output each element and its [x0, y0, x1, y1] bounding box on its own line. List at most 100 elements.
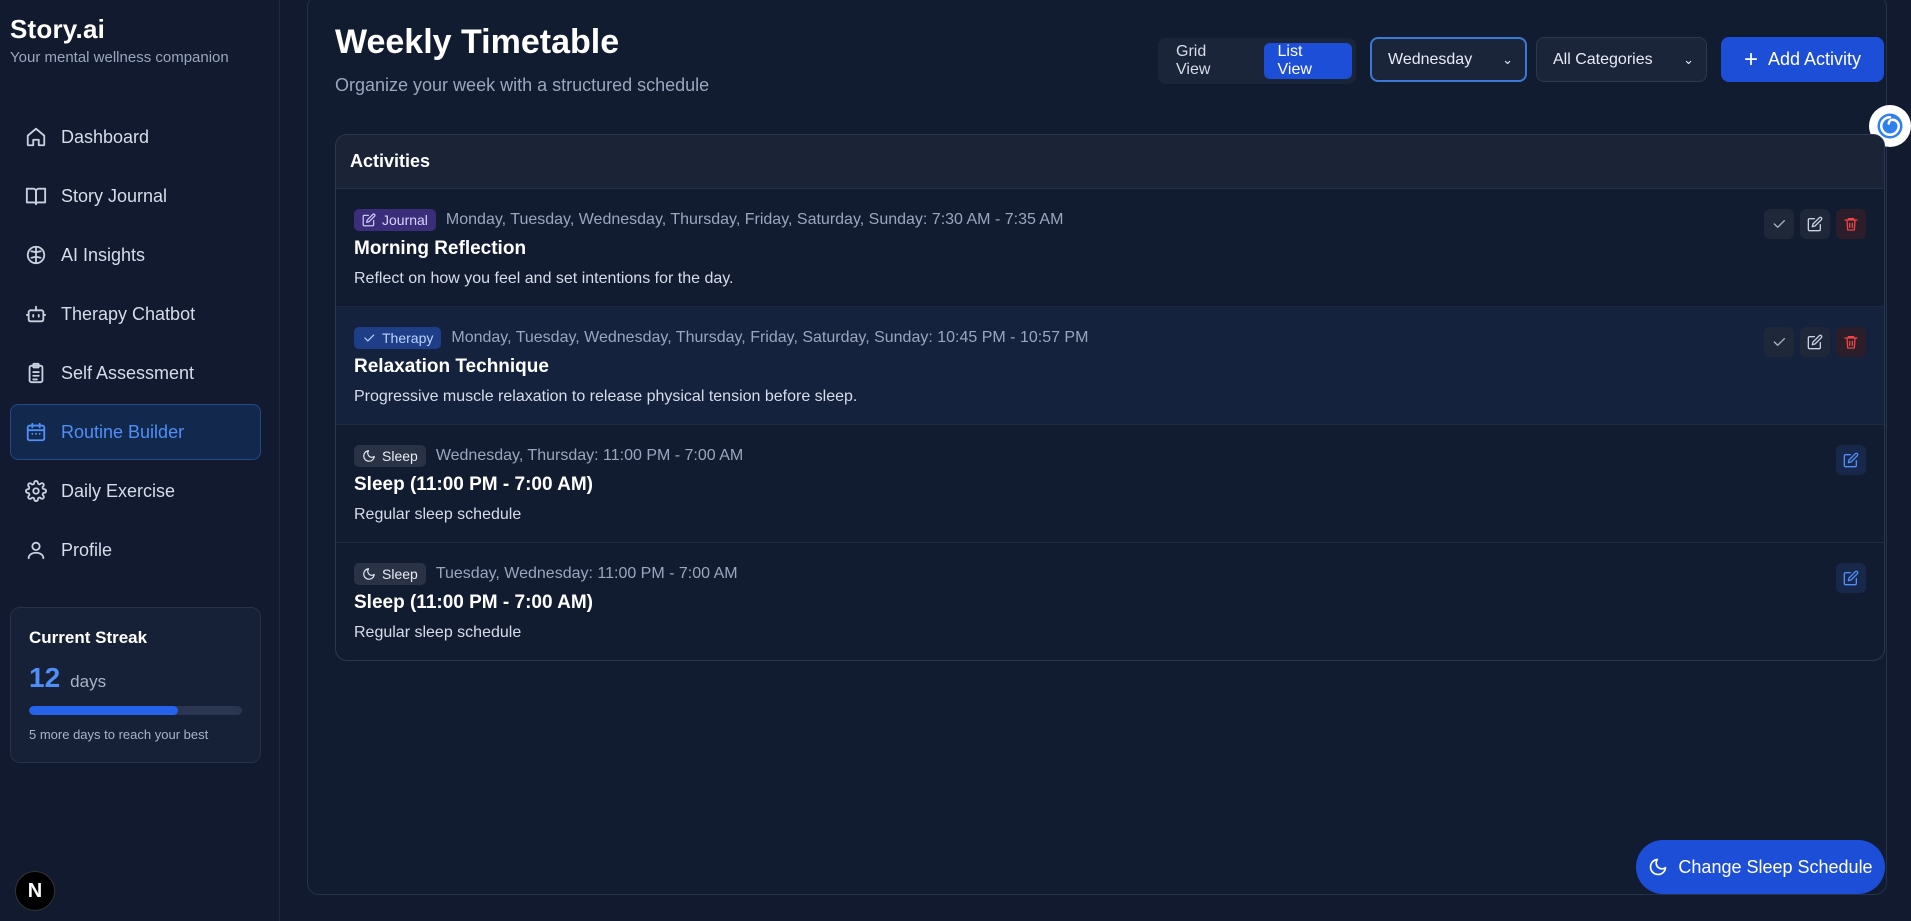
category-tag: Therapy — [354, 327, 442, 349]
activities-heading: Activities — [336, 135, 1884, 189]
change-sleep-schedule-button[interactable]: Change Sleep Schedule — [1636, 840, 1885, 894]
chevron-down-icon: ⌄ — [1683, 51, 1694, 67]
edit-icon — [1843, 570, 1859, 586]
activity-schedule: Tuesday, Wednesday: 11:00 PM - 7:00 AM — [435, 565, 738, 582]
edit-button[interactable] — [1800, 209, 1830, 239]
bot-icon — [25, 303, 47, 325]
sidebar-item-profile[interactable]: Profile — [10, 522, 261, 578]
activity-row[interactable]: Sleep Tuesday, Wednesday: 11:00 PM - 7:0… — [336, 543, 1884, 660]
edit-icon — [1843, 452, 1859, 468]
gear-icon — [25, 480, 47, 502]
activity-meta: Sleep Tuesday, Wednesday: 11:00 PM - 7:0… — [354, 563, 1866, 585]
category-tag: Sleep — [354, 563, 426, 585]
category-select-value: All Categories — [1553, 50, 1653, 68]
activity-actions — [1764, 327, 1866, 357]
add-activity-button[interactable]: + Add Activity — [1721, 37, 1884, 82]
streak-count-row: 12 days — [29, 662, 242, 694]
check-icon — [1773, 220, 1785, 228]
moon-icon — [1650, 858, 1667, 876]
next-logo-badge[interactable]: N — [15, 871, 55, 911]
sidebar-item-ai-insights[interactable]: AI Insights — [10, 227, 261, 283]
activity-description: Progressive muscle relaxation to release… — [354, 388, 858, 405]
activity-schedule: Monday, Tuesday, Wednesday, Thursday, Fr… — [445, 211, 1064, 228]
edit-button[interactable] — [1836, 445, 1866, 475]
streak-note: 5 more days to reach your best — [29, 727, 209, 742]
brain-icon — [25, 244, 47, 266]
complete-button[interactable] — [1764, 209, 1794, 239]
view-toggle: Grid View List View — [1158, 38, 1356, 84]
day-select[interactable]: Wednesday ⌄ — [1370, 37, 1527, 82]
sidebar-item-label: Therapy Chatbot — [61, 303, 196, 324]
sidebar-item-label: Story Journal — [61, 185, 168, 206]
streak-count: 12 — [29, 662, 61, 693]
sidebar-item-label: Daily Exercise — [61, 480, 176, 501]
activity-row[interactable]: Sleep Wednesday, Thursday: 11:00 PM - 7:… — [336, 425, 1884, 543]
activity-row[interactable]: Journal Monday, Tuesday, Wednesday, Thur… — [336, 189, 1884, 307]
page-subtitle: Organize your week with a structured sch… — [335, 75, 710, 95]
activity-title: Morning Reflection — [354, 238, 527, 259]
sidebar-item-dashboard[interactable]: Dashboard — [10, 109, 261, 165]
streak-progress-bar — [29, 706, 242, 715]
day-select-value: Wednesday — [1388, 50, 1473, 68]
complete-button[interactable] — [1764, 327, 1794, 357]
edit-button[interactable] — [1836, 563, 1866, 593]
activity-title: Sleep (11:00 PM - 7:00 AM) — [354, 592, 593, 613]
activity-schedule: Wednesday, Thursday: 11:00 PM - 7:00 AM — [435, 447, 744, 464]
add-activity-label: Add Activity — [1767, 49, 1862, 69]
delete-button[interactable] — [1836, 327, 1866, 357]
edit-icon — [1807, 334, 1823, 350]
streak-progress-fill — [29, 706, 179, 715]
plus-icon: + — [1743, 45, 1758, 73]
activity-row[interactable]: Therapy Monday, Tuesday, Wednesday, Thur… — [336, 307, 1884, 425]
page-title: Weekly Timetable — [335, 23, 620, 61]
calendar-icon — [25, 421, 47, 443]
category-tag: Journal — [354, 209, 436, 231]
sidebar: Story.ai Your mental wellness companion … — [0, 0, 280, 921]
brand: Story.ai Your mental wellness companion — [10, 14, 229, 66]
activity-actions — [1764, 209, 1866, 239]
category-tag-label: Sleep — [382, 566, 418, 582]
activity-actions — [1836, 445, 1866, 475]
delete-button[interactable] — [1836, 209, 1866, 239]
sidebar-item-story-journal[interactable]: Story Journal — [10, 168, 261, 224]
activity-meta: Journal Monday, Tuesday, Wednesday, Thur… — [354, 209, 1866, 231]
book-icon — [25, 185, 47, 207]
edit-button[interactable] — [1800, 327, 1830, 357]
sidebar-item-daily-exercise[interactable]: Daily Exercise — [10, 463, 261, 519]
activity-meta: Therapy Monday, Tuesday, Wednesday, Thur… — [354, 327, 1866, 349]
home-icon — [25, 126, 47, 148]
brand-title[interactable]: Story.ai — [10, 14, 229, 45]
streak-title: Current Streak — [29, 628, 148, 647]
check-icon — [1773, 338, 1785, 346]
trash-icon — [1844, 336, 1858, 349]
trash-icon — [1844, 218, 1858, 231]
category-select[interactable]: All Categories ⌄ — [1536, 37, 1707, 82]
edit-icon — [1807, 216, 1823, 232]
activity-description: Reflect on how you feel and set intentio… — [354, 270, 734, 287]
category-tag-label: Sleep — [382, 448, 418, 464]
chevron-down-icon: ⌄ — [1502, 51, 1513, 67]
sidebar-nav: Dashboard Story Journal AI Insights Ther… — [10, 109, 261, 581]
user-icon — [25, 539, 47, 561]
streak-card: Current Streak 12 days 5 more days to re… — [10, 607, 261, 763]
clipboard-icon — [25, 362, 47, 384]
grid-view-button[interactable]: Grid View — [1162, 43, 1256, 79]
category-tag-label: Journal — [382, 212, 428, 228]
activity-meta: Sleep Wednesday, Thursday: 11:00 PM - 7:… — [354, 445, 1866, 467]
pencil-square-icon — [362, 213, 376, 227]
activities-card: Activities Journal Monday, Tuesday, Wedn… — [335, 134, 1885, 661]
sidebar-item-therapy-chatbot[interactable]: Therapy Chatbot — [10, 286, 261, 342]
activity-description: Regular sleep schedule — [354, 506, 522, 523]
sidebar-item-label: AI Insights — [61, 244, 146, 265]
sidebar-item-label: Self Assessment — [61, 362, 195, 383]
activity-description: Regular sleep schedule — [354, 624, 522, 641]
activity-title: Relaxation Technique — [354, 356, 549, 377]
sidebar-item-routine-builder[interactable]: Routine Builder — [10, 404, 261, 460]
sidebar-item-label: Dashboard — [61, 126, 150, 147]
category-tag: Sleep — [354, 445, 426, 467]
category-tag-label: Therapy — [382, 330, 434, 346]
check-icon — [364, 334, 375, 342]
list-view-button[interactable]: List View — [1263, 43, 1352, 79]
brand-subtitle: Your mental wellness companion — [10, 49, 229, 66]
sidebar-item-self-assessment[interactable]: Self Assessment — [10, 345, 261, 401]
